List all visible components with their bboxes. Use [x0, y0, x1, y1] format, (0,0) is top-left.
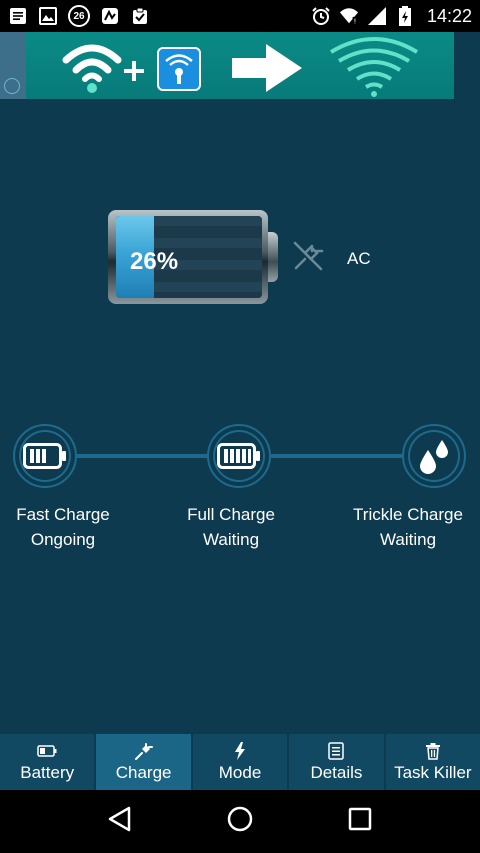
power-source-label: AC [347, 249, 371, 268]
ad-banner-image[interactable] [26, 32, 454, 99]
stage-fast-charge-circle [13, 424, 77, 488]
wifi-icon: ! [339, 6, 359, 26]
battery-shell: 26% [108, 210, 268, 304]
plus-graphic-icon [124, 61, 144, 81]
stage-full-charge-circle [207, 424, 271, 488]
recents-square-icon [349, 807, 372, 831]
battery-icon [37, 741, 57, 761]
tab-details[interactable]: Details [289, 734, 386, 790]
tab-mode-label: Mode [218, 763, 262, 782]
battery-tip [268, 232, 278, 282]
unplugged-icon [292, 240, 324, 272]
recents-button[interactable] [347, 806, 373, 837]
stage-full-charge-title: Full Charge [187, 505, 275, 524]
router-app-graphic-icon [157, 47, 201, 91]
stage-trickle-charge-status: Waiting [379, 530, 437, 549]
tab-task-killer-label: Task Killer [394, 763, 472, 782]
stage-fast-charge-title: Fast Charge [16, 505, 110, 524]
alarm-icon [311, 6, 331, 26]
notification-message-icon [8, 6, 28, 26]
tab-task-killer[interactable]: Task Killer [385, 734, 480, 790]
tab-details-label: Details [310, 763, 363, 782]
back-triangle-icon [108, 806, 130, 832]
drops-icon [420, 440, 448, 474]
home-circle-icon [227, 806, 253, 832]
arrow-right-graphic-icon [232, 44, 302, 92]
stage-full-charge-label: Full Charge Waiting [151, 502, 311, 552]
list-icon [328, 741, 345, 761]
wifi-graphic-icon [62, 44, 122, 93]
tab-mode[interactable]: Mode [192, 734, 290, 790]
banner-left-edge [0, 32, 26, 99]
ad-info-icon[interactable] [4, 78, 20, 94]
stage-trickle-charge-label: Trickle Charge Waiting [328, 502, 480, 552]
home-button[interactable] [226, 805, 254, 838]
tab-charge-label: Charge [115, 763, 172, 782]
notification-count-badge: 26 [68, 5, 90, 27]
battery-full-icon [217, 443, 260, 469]
battery-inner: 26% [116, 216, 262, 298]
stage-trickle-charge-title: Trickle Charge [353, 505, 463, 524]
bottom-tab-bar: Battery Charge Mode Details Task Killer [0, 734, 480, 790]
stage-trickle-charge-circle [402, 424, 466, 488]
battery-percent: 26% [130, 248, 179, 275]
notification-image-icon [38, 6, 58, 26]
tab-battery[interactable]: Battery [0, 734, 97, 790]
back-button[interactable] [107, 805, 133, 838]
notification-clipboard-icon [130, 6, 150, 26]
ad-banner[interactable] [0, 32, 480, 99]
status-bar: 26 ! 14:22 [0, 0, 480, 32]
stage-fast-charge-label: Fast Charge Ongoing [0, 502, 143, 552]
status-time: 14:22 [426, 5, 472, 26]
battery-status-icon [395, 6, 415, 26]
system-nav-bar [0, 790, 480, 853]
plug-icon [134, 741, 153, 761]
signal-icon [367, 6, 387, 26]
tab-charge[interactable]: Charge [96, 734, 193, 790]
wifi-result-graphic-icon [329, 37, 419, 97]
trash-icon [425, 741, 441, 761]
banner-right-edge [454, 32, 480, 99]
tab-battery-label: Battery [20, 763, 75, 782]
stage-full-charge-status: Waiting [202, 530, 260, 549]
battery-low-icon [23, 443, 66, 469]
stage-fast-charge-status: Ongoing [30, 530, 96, 549]
svg-text:!: ! [353, 16, 356, 25]
notification-app-icon [100, 6, 120, 26]
lightning-icon [234, 741, 246, 761]
